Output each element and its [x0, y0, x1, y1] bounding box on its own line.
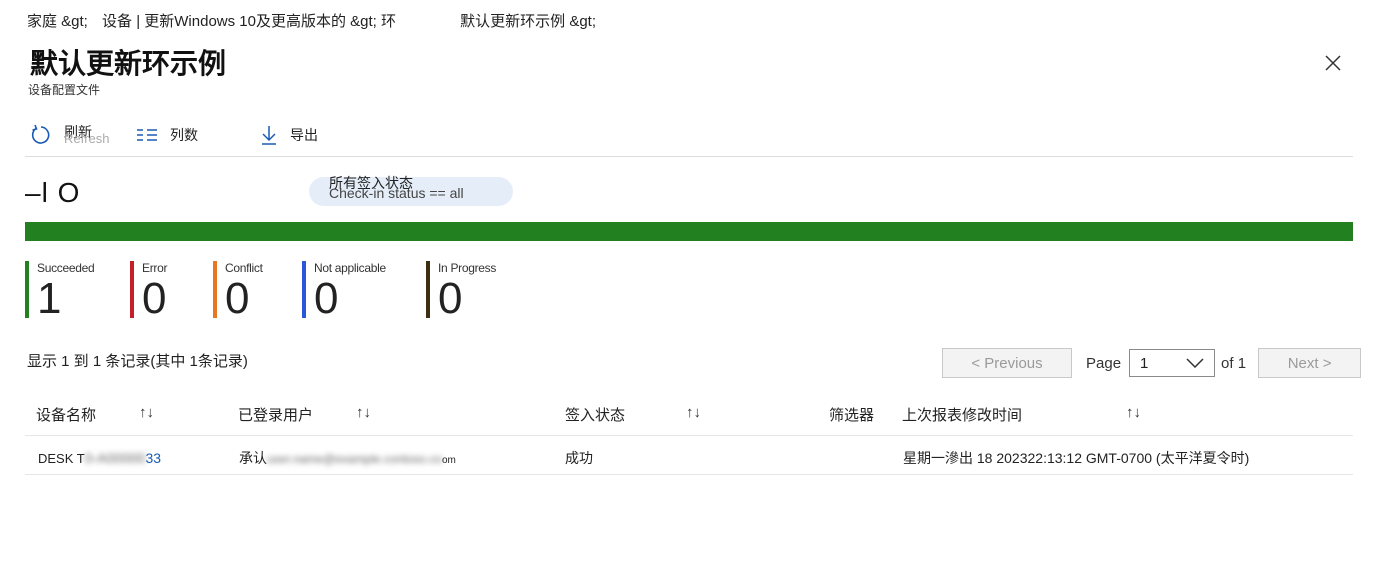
stat-error-value: 0 — [142, 274, 167, 323]
user-suffix: om — [441, 455, 456, 466]
device-name-prefix: DESK T — [38, 451, 85, 466]
stat-conflict-value: 0 — [225, 274, 250, 323]
table-row-device-name[interactable]: DESK T0-A0000033 — [38, 450, 161, 466]
stat-conflict-label: Conflict — [225, 261, 263, 275]
breadcrumb: 家庭 &gt; 设备 | 更新Windows 10及更高版本的 &gt; 环 默… — [27, 10, 606, 31]
stat-in-progress[interactable]: In Progress 0 — [426, 261, 497, 323]
sort-device-name-icon[interactable]: ↑↓ — [139, 404, 154, 421]
page-select-value: 1 — [1140, 354, 1149, 372]
refresh-button[interactable]: 刷新 Refresh — [30, 122, 116, 148]
column-header-filter[interactable]: 筛选器 — [829, 404, 874, 425]
record-count: 显示 1 到 1 条记录(其中 1条记录) — [27, 353, 248, 370]
download-icon — [262, 126, 276, 145]
page-label: Page — [1086, 354, 1122, 372]
chevron-down-icon — [1186, 358, 1204, 368]
status-progress-bar — [25, 222, 1353, 241]
page-subtitle: 设备配置文件 — [28, 83, 101, 97]
toolbar-divider — [25, 156, 1353, 157]
stat-not-applicable-value: 0 — [314, 274, 339, 323]
previous-page-button[interactable]: < Previous — [942, 348, 1072, 378]
checkin-status-filter-pill[interactable]: 所有签入状态 Check-in status == all — [309, 175, 513, 206]
export-button[interactable]: 导出 — [260, 124, 318, 146]
toolbar: 刷新 Refresh 列数 导出 — [30, 120, 356, 150]
page-select[interactable]: 1 — [1129, 349, 1216, 377]
page-title: 默认更新环示例 — [30, 48, 227, 79]
stat-error-label: Error — [142, 261, 168, 275]
header-divider — [25, 435, 1353, 436]
table-row-last-report: 星期一滲出 18 202322:13:12 GMT-0700 (太平洋夏令时) — [903, 450, 1250, 466]
column-header-checkin-status[interactable]: 签入状态 — [565, 404, 625, 425]
columns-label: 列数 — [170, 127, 198, 143]
stat-succeeded-value: 1 — [37, 274, 62, 323]
user-prefix: 承认 — [239, 450, 267, 466]
stat-in-progress-label: In Progress — [438, 261, 497, 275]
stat-conflict[interactable]: Conflict 0 — [213, 261, 263, 323]
stat-succeeded-label: Succeeded — [37, 261, 95, 275]
breadcrumb-current[interactable]: 默认更新环示例 &gt; — [460, 13, 596, 30]
table-row-user: 承认user.name@example.contoso.coom — [239, 448, 456, 468]
breadcrumb-home[interactable]: 家庭 &gt; — [27, 13, 88, 30]
filter-pill-label-en: Check-in status == all — [329, 185, 464, 201]
stat-succeeded[interactable]: Succeeded 1 — [25, 261, 95, 323]
close-button[interactable] — [1318, 48, 1348, 78]
export-label: 导出 — [290, 127, 318, 143]
user-hidden: user.name@example.contoso.co — [267, 452, 442, 466]
row-divider — [25, 474, 1353, 475]
refresh-label-shadow: Refresh — [64, 131, 110, 146]
column-header-device-name[interactable]: 设备名称 — [36, 404, 96, 425]
column-header-last-report-time[interactable]: 上次报表修改时间 — [902, 404, 1022, 425]
column-header-logged-in-user[interactable]: 已登录用户 — [238, 404, 313, 425]
stat-error[interactable]: Error 0 — [130, 261, 168, 323]
stat-not-applicable[interactable]: Not applicable 0 — [302, 261, 386, 323]
breadcrumb-devices-update-rings[interactable]: 设备 | 更新Windows 10及更高版本的 &gt; 环 — [102, 13, 396, 30]
pager: < Previous Page 1 of 1 Next > — [942, 348, 1362, 378]
device-name-hidden: 0-A00000 — [84, 450, 146, 466]
table-row-status: 成功 — [565, 450, 593, 466]
filter-mark: –l O — [25, 177, 81, 208]
sort-checkin-status-icon[interactable]: ↑↓ — [686, 404, 701, 421]
next-page-button[interactable]: Next > — [1258, 348, 1362, 378]
stat-in-progress-value: 0 — [438, 274, 463, 323]
stat-not-applicable-label: Not applicable — [314, 261, 386, 275]
page-total: of 1 — [1221, 354, 1247, 372]
columns-button[interactable]: 列数 — [136, 125, 198, 145]
refresh-icon — [31, 124, 50, 144]
sort-last-report-time-icon[interactable]: ↑↓ — [1126, 404, 1141, 421]
close-icon — [1325, 55, 1341, 71]
device-name-suffix: 33 — [145, 450, 162, 466]
columns-icon — [137, 129, 157, 141]
sort-logged-in-user-icon[interactable]: ↑↓ — [356, 404, 371, 421]
